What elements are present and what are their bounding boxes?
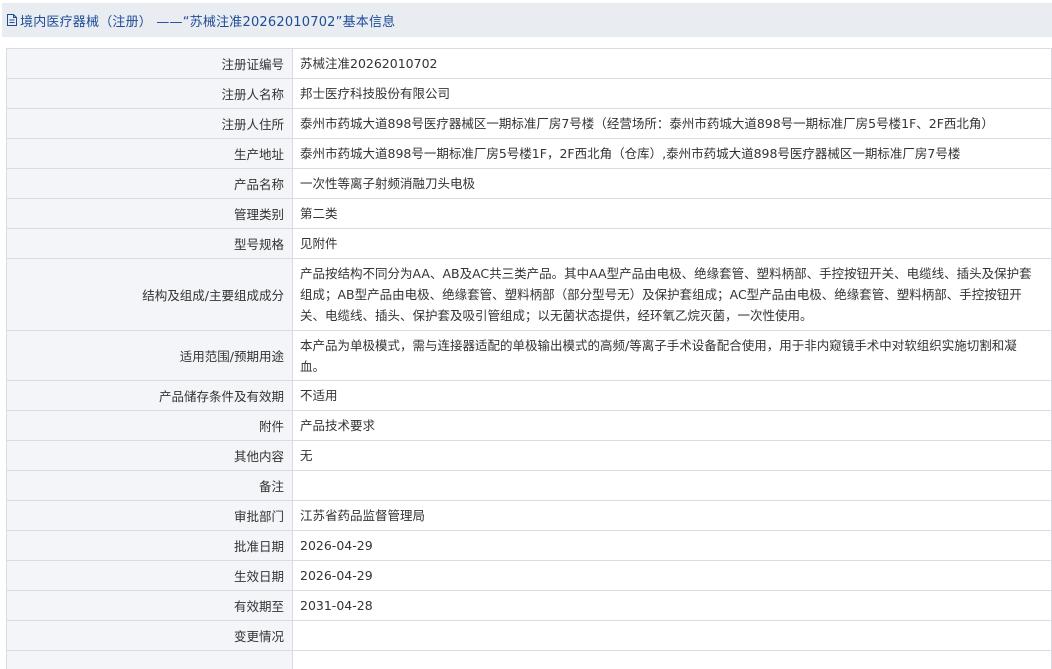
field-value: 产品按结构不同分为AA、AB及AC共三类产品。其中AA型产品由电极、绝缘套管、塑… [292, 258, 1052, 331]
table-row: 生效日期 2026-04-29 [6, 560, 1052, 591]
table-row: 生产地址 泰州市药城大道898号一期标准厂房5号楼1F，2F西北角（仓库）,泰州… [6, 138, 1052, 169]
table-row: 批准日期 2026-04-29 [6, 530, 1052, 561]
table-row: 备注 [6, 470, 1052, 501]
field-label: 产品名称 [6, 168, 293, 199]
field-label: 型号规格 [6, 228, 293, 259]
table-row: 注册人名称 邦士医疗科技股份有限公司 [6, 78, 1052, 109]
table-row: 变更情况 [6, 620, 1052, 651]
table-row: 产品名称 一次性等离子射频消融刀头电极 [6, 168, 1052, 199]
device-info-page: 境内医疗器械（注册） ——“苏械注准20262010702”基本信息 注册证编号… [0, 0, 1052, 669]
table-row: 有效期至 2031-04-28 [6, 590, 1052, 621]
field-value: 本产品为单极模式，需与连接器适配的单极输出模式的高频/等离子手术设备配合使用，用… [292, 330, 1052, 381]
field-value: 邦士医疗科技股份有限公司 [292, 78, 1052, 109]
field-label: 产品储存条件及有效期 [6, 380, 293, 411]
field-value: 苏械注准20262010702 [292, 48, 1052, 79]
field-value: 第二类 [292, 198, 1052, 229]
field-label: 备注 [6, 470, 293, 501]
page-title-bar: 境内医疗器械（注册） ——“苏械注准20262010702”基本信息 [2, 3, 1052, 37]
field-value: 江苏省药品监督管理局 [292, 500, 1052, 531]
field-label: 有效期至 [6, 590, 293, 621]
field-label: 其他内容 [6, 440, 293, 471]
field-value [292, 650, 1052, 669]
field-value: 2026-04-29 [292, 530, 1052, 561]
table-row: 注册证编号 苏械注准20262010702 [6, 48, 1052, 79]
field-value [292, 620, 1052, 651]
field-label: 审批部门 [6, 500, 293, 531]
field-label: 管理类别 [6, 198, 293, 229]
info-table: 注册证编号 苏械注准20262010702 注册人名称 邦士医疗科技股份有限公司… [6, 48, 1052, 669]
field-value: 2031-04-28 [292, 590, 1052, 621]
field-value: 无 [292, 440, 1052, 471]
field-label: 注册人名称 [6, 78, 293, 109]
field-value [292, 470, 1052, 501]
field-label: 注册证编号 [6, 48, 293, 79]
field-value: 2026-04-29 [292, 560, 1052, 591]
field-label: 生产地址 [6, 138, 293, 169]
page-title: 境内医疗器械（注册） ——“苏械注准20262010702”基本信息 [20, 14, 396, 30]
field-label: 批准日期 [6, 530, 293, 561]
table-row: 管理类别 第二类 [6, 198, 1052, 229]
table-row: 产品储存条件及有效期 不适用 [6, 380, 1052, 411]
field-label: 注册人住所 [6, 108, 293, 139]
table-row: 型号规格 见附件 [6, 228, 1052, 259]
field-label: 生效日期 [6, 560, 293, 591]
table-row: 其他内容 无 [6, 440, 1052, 471]
field-value: 产品技术要求 [292, 410, 1052, 441]
table-row: 附件 产品技术要求 [6, 410, 1052, 441]
field-value: 泰州市药城大道898号一期标准厂房5号楼1F，2F西北角（仓库）,泰州市药城大道… [292, 138, 1052, 169]
field-value: 不适用 [292, 380, 1052, 411]
table-row: 审批部门 江苏省药品监督管理局 [6, 500, 1052, 531]
field-value: 见附件 [292, 228, 1052, 259]
document-icon [5, 13, 19, 27]
field-label [6, 650, 293, 669]
field-label: 结构及组成/主要组成成分 [6, 258, 293, 331]
table-row: 适用范围/预期用途 本产品为单极模式，需与连接器适配的单极输出模式的高频/等离子… [6, 330, 1052, 381]
field-label: 适用范围/预期用途 [6, 330, 293, 381]
field-value: 泰州市药城大道898号医疗器械区一期标准厂房7号楼（经营场所：泰州市药城大道89… [292, 108, 1052, 139]
table-row: 结构及组成/主要组成成分 产品按结构不同分为AA、AB及AC共三类产品。其中AA… [6, 258, 1052, 331]
table-row: 注册人住所 泰州市药城大道898号医疗器械区一期标准厂房7号楼（经营场所：泰州市… [6, 108, 1052, 139]
field-label: 变更情况 [6, 620, 293, 651]
field-label: 附件 [6, 410, 293, 441]
field-value: 一次性等离子射频消融刀头电极 [292, 168, 1052, 199]
table-row [6, 650, 1052, 669]
